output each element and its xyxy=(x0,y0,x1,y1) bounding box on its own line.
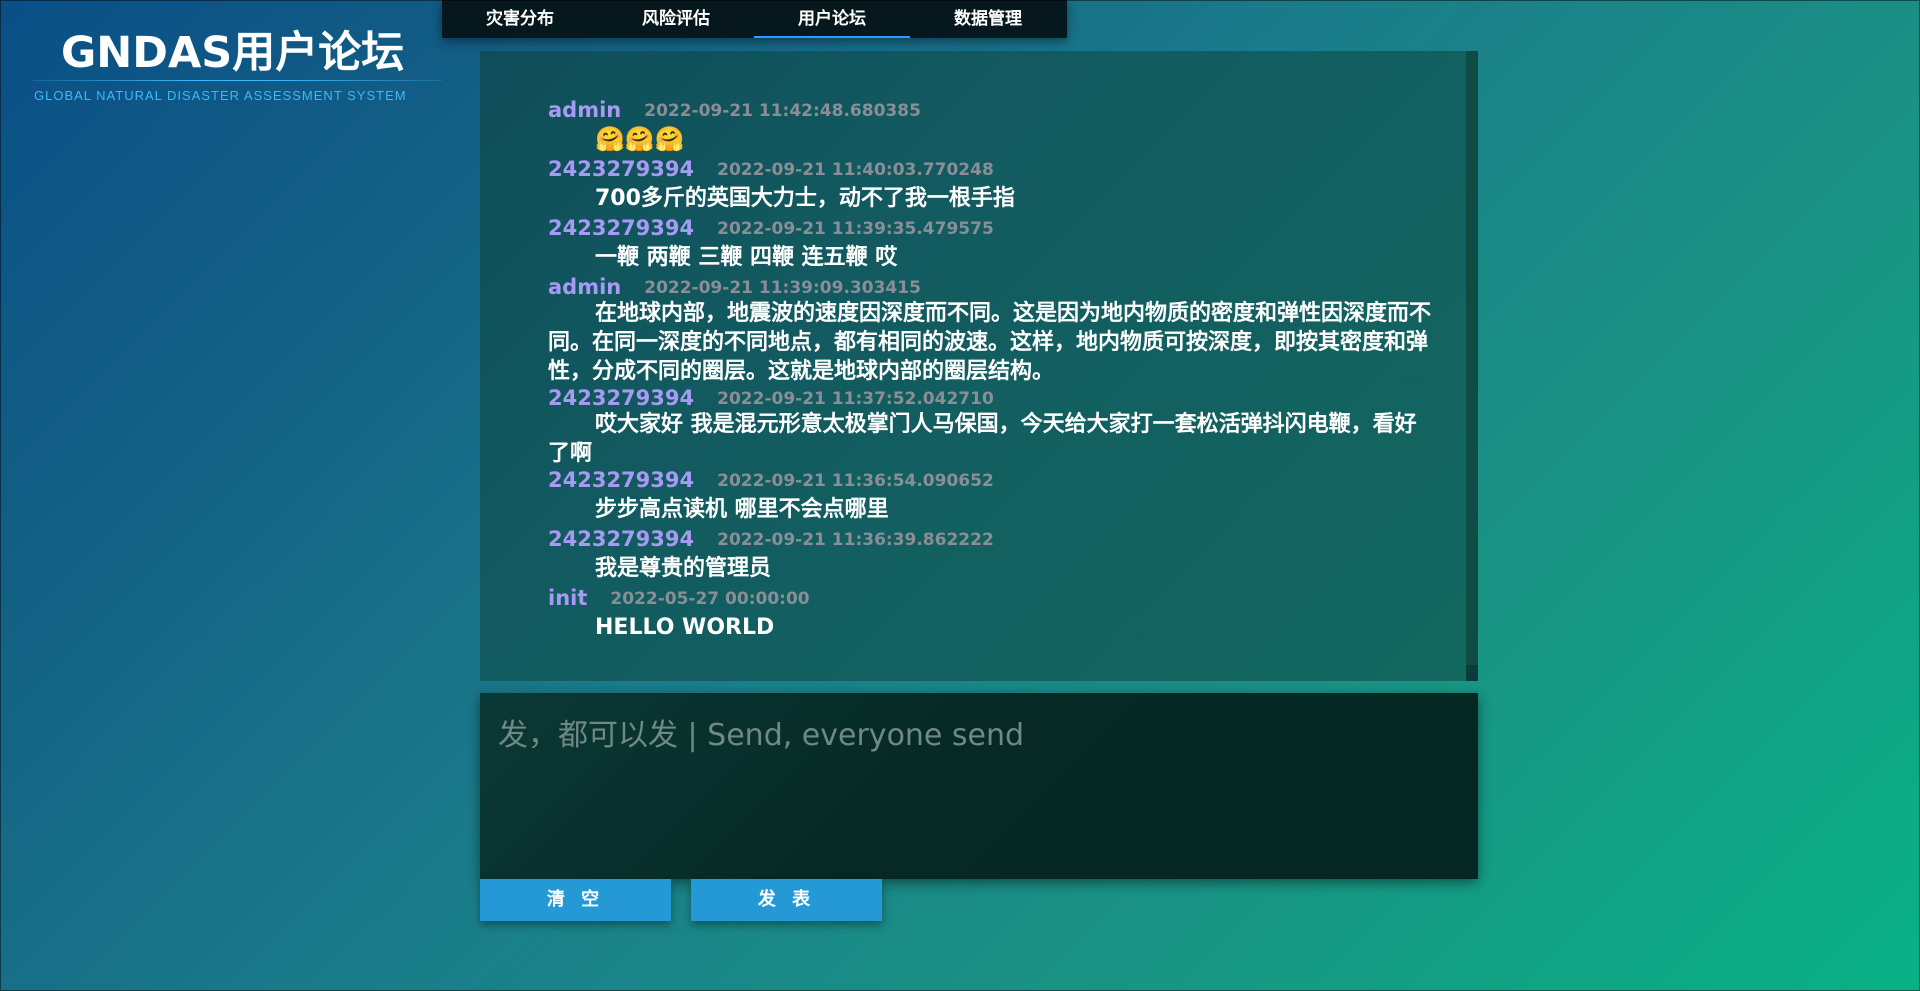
message-username: 2423279394 xyxy=(548,216,695,240)
message-username: 2423279394 xyxy=(548,157,695,181)
message-timestamp: 2022-09-21 11:36:54.090652 xyxy=(717,471,994,491)
message-scrollbar[interactable] xyxy=(1466,51,1478,681)
message-item: 2423279394 2022-09-21 11:36:39.862222 我是… xyxy=(548,527,1431,586)
message-meta: 2423279394 2022-09-21 11:36:39.862222 xyxy=(548,527,1431,551)
tab-data-management[interactable]: 数据管理 xyxy=(910,0,1066,38)
message-meta: admin 2022-09-21 11:42:48.680385 xyxy=(548,98,1431,122)
message-list[interactable]: admin 2022-09-21 11:42:48.680385 🤗🤗🤗 242… xyxy=(480,51,1466,681)
message-meta: 2423279394 2022-09-21 11:39:35.479575 xyxy=(548,216,1431,240)
tab-user-forum[interactable]: 用户论坛 xyxy=(754,0,910,38)
message-timestamp: 2022-09-21 11:39:09.303415 xyxy=(644,278,921,298)
message-username: init xyxy=(548,586,588,610)
message-timestamp: 2022-09-21 11:40:03.770248 xyxy=(717,160,994,180)
tab-disaster-distribution[interactable]: 灾害分布 xyxy=(442,0,598,38)
message-username: admin xyxy=(548,98,622,122)
message-content: 哎大家好 我是混元形意太极掌门人马保国，今天给大家打一套松活弹抖闪电鞭，看好了啊 xyxy=(548,412,1417,466)
message-item: 2423279394 2022-09-21 11:39:35.479575 一鞭… xyxy=(548,216,1431,275)
message-item: admin 2022-09-21 11:42:48.680385 🤗🤗🤗 xyxy=(548,98,1431,157)
message-item: init 2022-05-27 00:00:00 HELLO WORLD xyxy=(548,586,1431,645)
message-meta: 2423279394 2022-09-21 11:36:54.090652 xyxy=(548,468,1431,492)
post-composer xyxy=(480,693,1478,879)
message-timestamp: 2022-05-27 00:00:00 xyxy=(610,589,810,609)
composer-actions: 清 空 发 表 xyxy=(480,879,884,921)
message-content: 一鞭 两鞭 三鞭 四鞭 连五鞭 哎 xyxy=(595,245,898,270)
brand-header: GNDAS用户论坛 GLOBAL NATURAL DISASTER ASSESS… xyxy=(0,20,442,110)
message-item: admin 2022-09-21 11:39:09.303415 在地球内部，地… xyxy=(548,275,1431,386)
message-timestamp: 2022-09-21 11:39:35.479575 xyxy=(717,219,994,239)
tab-risk-assessment[interactable]: 风险评估 xyxy=(598,0,754,38)
message-timestamp: 2022-09-21 11:37:52.042710 xyxy=(717,389,994,409)
message-content: 700多斤的英国大力士，动不了我一根手指 xyxy=(595,186,1015,211)
message-meta: 2423279394 2022-09-21 11:40:03.770248 xyxy=(548,157,1431,181)
message-username: 2423279394 xyxy=(548,468,695,492)
brand-divider xyxy=(33,80,442,81)
page-title: GNDAS用户论坛 xyxy=(61,28,405,78)
brand-subtitle: GLOBAL NATURAL DISASTER ASSESSMENT SYSTE… xyxy=(34,88,407,103)
message-meta: admin 2022-09-21 11:39:09.303415 xyxy=(548,275,1431,299)
clear-button[interactable]: 清 空 xyxy=(480,879,671,921)
message-meta: init 2022-05-27 00:00:00 xyxy=(548,586,1431,610)
message-content: 我是尊贵的管理员 xyxy=(595,556,772,581)
message-item: 2423279394 2022-09-21 11:36:54.090652 步步… xyxy=(548,468,1431,527)
message-username: 2423279394 xyxy=(548,386,695,410)
message-content: HELLO WORLD xyxy=(595,615,775,640)
message-item: 2423279394 2022-09-21 11:40:03.770248 70… xyxy=(548,157,1431,216)
submit-post-button[interactable]: 发 表 xyxy=(691,879,882,921)
message-content: 步步高点读机 哪里不会点哪里 xyxy=(595,497,889,522)
message-timestamp: 2022-09-21 11:42:48.680385 xyxy=(644,101,921,121)
message-meta: 2423279394 2022-09-21 11:37:52.042710 xyxy=(548,386,1431,410)
message-username: 2423279394 xyxy=(548,527,695,551)
message-username: admin xyxy=(548,275,622,299)
message-timestamp: 2022-09-21 11:36:39.862222 xyxy=(717,530,994,550)
top-navigation: 灾害分布 风险评估 用户论坛 数据管理 xyxy=(442,0,1067,38)
scrollbar-thumb[interactable] xyxy=(1466,51,1478,665)
post-textarea[interactable] xyxy=(498,716,1458,861)
message-item: 2423279394 2022-09-21 11:37:52.042710 哎大… xyxy=(548,386,1431,468)
message-content: 在地球内部，地震波的速度因深度而不同。这是因为地内物质的密度和弹性因深度而不同。… xyxy=(548,301,1432,384)
message-content: 🤗🤗🤗 xyxy=(595,125,685,153)
message-panel[interactable]: admin 2022-09-21 11:42:48.680385 🤗🤗🤗 242… xyxy=(480,51,1478,681)
